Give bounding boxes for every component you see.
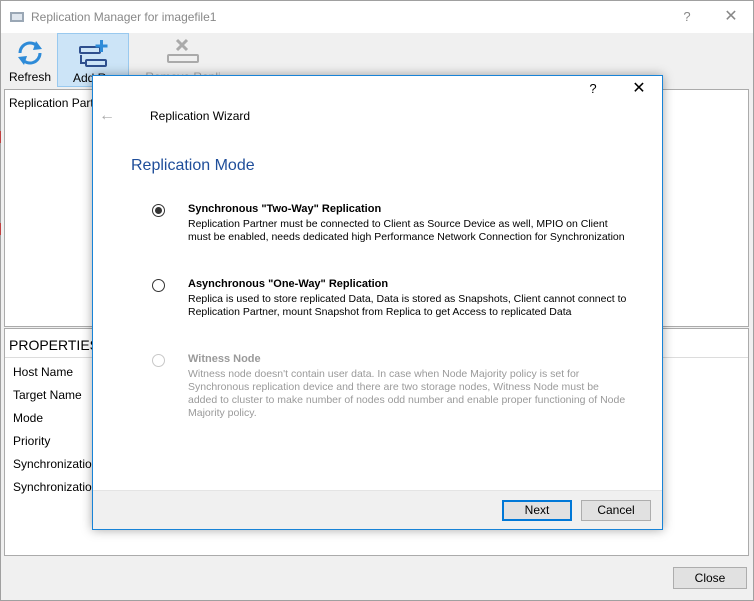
wizard-close-button[interactable]: ✕: [621, 78, 657, 100]
option-synchronous-description: Replication Partner must be connected to…: [188, 218, 625, 243]
option-synchronous-title: Synchronous "Two-Way" Replication: [188, 203, 382, 215]
app-icon: [10, 12, 24, 22]
property-priority: Priority: [13, 434, 51, 448]
radio-synchronous[interactable]: [152, 204, 165, 217]
refresh-icon: [18, 41, 42, 65]
option-asynchronous-description: Replica is used to store replicated Data…: [188, 293, 627, 318]
replication-wizard-dialog: ? ✕ ← Replication Wizard Replication Mod…: [92, 75, 663, 530]
wizard-help-button[interactable]: ?: [583, 79, 603, 99]
main-titlebar: Replication Manager for imagefile1 ? ✕: [1, 1, 753, 33]
properties-title: PROPERTIES: [9, 337, 99, 353]
property-host-name: Host Name: [13, 365, 74, 379]
radio-selected-dot: [155, 207, 162, 214]
add-replica-icon: [79, 40, 108, 67]
window-title: Replication Manager for imagefile1: [31, 10, 217, 24]
wizard-heading: Replication Mode: [131, 157, 255, 174]
property-synchronization-2: Synchronization: [13, 480, 99, 494]
back-arrow-icon[interactable]: ←: [99, 106, 119, 126]
edge-marker: [0, 131, 1, 143]
next-button[interactable]: Next: [502, 500, 572, 521]
wizard-title: Replication Wizard: [150, 109, 251, 123]
property-target-name: Target Name: [13, 388, 82, 402]
wizard-footer: Next Cancel: [93, 490, 662, 529]
property-mode: Mode: [13, 411, 44, 425]
close-button[interactable]: Close: [673, 567, 747, 589]
edge-marker: [0, 223, 1, 235]
refresh-button[interactable]: Refresh: [5, 33, 55, 87]
partners-column-header: Replication Partn: [9, 96, 101, 110]
option-witness-node-title: Witness Node: [188, 353, 261, 365]
radio-witness-node: [152, 354, 165, 367]
radio-asynchronous[interactable]: [152, 279, 165, 292]
option-asynchronous-title: Asynchronous "One-Way" Replication: [188, 278, 389, 290]
refresh-label: Refresh: [8, 70, 52, 84]
help-button[interactable]: ?: [677, 7, 697, 27]
cancel-button[interactable]: Cancel: [581, 500, 651, 521]
option-witness-node-description: Witness node doesn't contain user data. …: [188, 368, 626, 419]
window-close-button[interactable]: ✕: [713, 5, 749, 29]
remove-replica-icon: [167, 38, 199, 63]
property-synchronization: Synchronization: [13, 457, 99, 471]
